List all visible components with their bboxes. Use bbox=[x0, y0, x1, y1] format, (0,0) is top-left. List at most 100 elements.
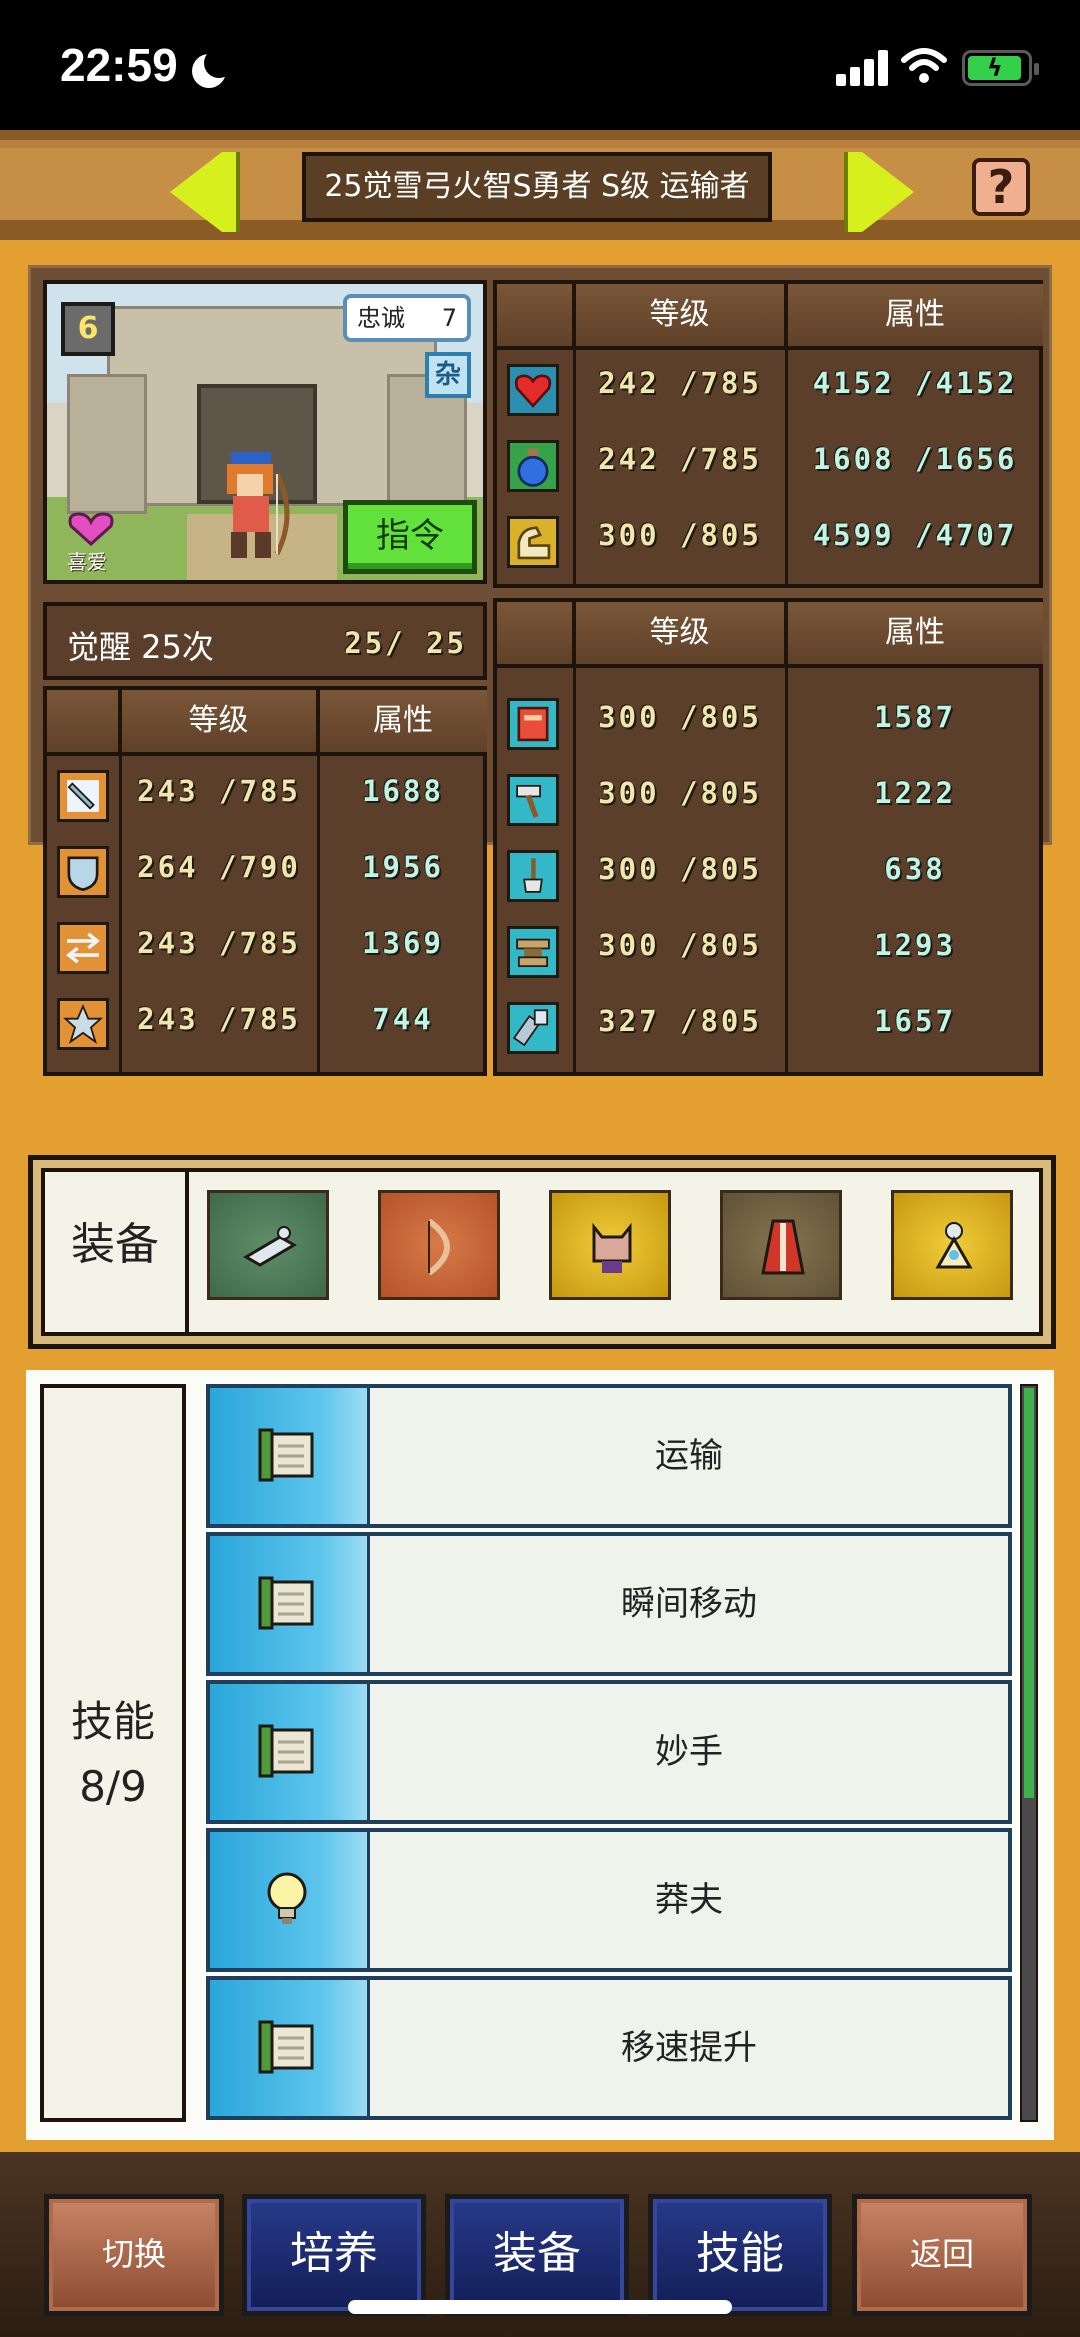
hose-icon bbox=[507, 1002, 559, 1054]
sword-icon bbox=[57, 770, 109, 822]
red-robe-icon bbox=[761, 1219, 805, 1275]
favorite-heart-icon bbox=[68, 512, 114, 546]
home-indicator[interactable] bbox=[348, 2300, 732, 2314]
combat-level-1: 243 /785 bbox=[137, 774, 301, 808]
wifi-icon bbox=[901, 48, 947, 83]
skills-count: 8/9 bbox=[79, 1762, 147, 1811]
scroll-icon bbox=[258, 1576, 314, 1630]
work-level-2: 300 /805 bbox=[598, 776, 762, 810]
cat-hood-icon bbox=[592, 1222, 632, 1273]
equipment-label: 装备 bbox=[45, 1172, 189, 1332]
status-bar: 22:59 ϟ bbox=[0, 0, 1080, 130]
potion-icon bbox=[507, 440, 559, 492]
snow-bow-icon bbox=[243, 1226, 297, 1267]
equip-slot-weapon-accessory[interactable] bbox=[207, 1190, 329, 1300]
combat-level-header: 等级 bbox=[121, 690, 319, 756]
equip-slot-accessory[interactable] bbox=[891, 1190, 1013, 1300]
vitals-level-header: 等级 bbox=[575, 284, 787, 350]
favorite-label: 喜爱 bbox=[67, 550, 107, 574]
train-button[interactable]: 培养 bbox=[242, 2194, 426, 2316]
book-icon bbox=[507, 698, 559, 750]
skills-panel: 技能 8/9 运输 瞬间移动 妙手 莽夫 移速提升 bbox=[26, 1370, 1054, 2140]
vitals-attr-1: 4152 /4152 bbox=[812, 366, 1018, 400]
vitals-attr-3: 4599 /4707 bbox=[812, 518, 1018, 552]
hero-sprite bbox=[227, 452, 290, 558]
combat-stats-table: 等级 属性 243 /785 1688 264 /790 1956 243 /7… bbox=[43, 686, 487, 1076]
work-attr-header: 属性 bbox=[787, 602, 1043, 668]
equip-slot-armor[interactable] bbox=[720, 1190, 842, 1300]
misc-badge: 杂 bbox=[425, 352, 471, 398]
skill-item-2[interactable]: 瞬间移动 bbox=[206, 1532, 1012, 1676]
vitals-table: 等级 属性 242 /785 4152 /4152 242 /785 1608 … bbox=[493, 280, 1043, 588]
vitals-level-2: 242 /785 bbox=[598, 442, 762, 476]
stamina-icon bbox=[507, 516, 559, 568]
scroll-icon bbox=[258, 2020, 314, 2074]
switch-button[interactable]: 切换 bbox=[44, 2194, 224, 2316]
equip-button[interactable]: 装备 bbox=[445, 2194, 629, 2316]
skill-item-4[interactable]: 莽夫 bbox=[206, 1828, 1012, 1972]
vitals-attr-header: 属性 bbox=[787, 284, 1043, 350]
status-time: 22:59 bbox=[60, 39, 178, 91]
agility-arrows-icon bbox=[57, 922, 109, 974]
equip-slot-head[interactable] bbox=[549, 1190, 671, 1300]
hammer-icon bbox=[507, 774, 559, 826]
next-character-arrow-icon[interactable] bbox=[848, 152, 914, 232]
back-button[interactable]: 返回 bbox=[852, 2194, 1032, 2316]
skill-name: 瞬间移动 bbox=[370, 1536, 1008, 1672]
header-bar: 25觉雪弓火智S勇者 S级 运输者 ? bbox=[0, 130, 1080, 240]
skill-name: 运输 bbox=[370, 1388, 1008, 1524]
work-level-3: 300 /805 bbox=[598, 852, 762, 886]
skills-label: 技能 bbox=[70, 1697, 155, 1746]
loyalty-badge: 忠诚 7 bbox=[343, 294, 471, 342]
anvil-icon bbox=[507, 926, 559, 978]
awakening-count: 25/ 25 bbox=[344, 626, 467, 660]
scroll-icon bbox=[258, 1428, 314, 1482]
awakening-label: 觉醒 25次 bbox=[67, 628, 214, 666]
work-level-5: 327 /805 bbox=[598, 1004, 762, 1038]
skill-name: 移速提升 bbox=[370, 1980, 1008, 2116]
vitals-attr-2: 1608 /1656 bbox=[812, 442, 1018, 476]
work-attr-4: 1293 bbox=[874, 928, 956, 962]
combat-attr-4: 744 bbox=[372, 1002, 434, 1036]
lightbulb-icon bbox=[267, 1872, 307, 1924]
skill-name: 妙手 bbox=[370, 1684, 1008, 1820]
work-attr-1: 1587 bbox=[874, 700, 956, 734]
work-attr-5: 1657 bbox=[874, 1004, 956, 1038]
equipment-panel: 装备 bbox=[28, 1155, 1056, 1349]
work-stats-table: 等级 属性 300 /805 1587 300 /805 1222 300 /8… bbox=[493, 598, 1043, 1076]
combat-attr-header: 属性 bbox=[319, 690, 487, 756]
combat-attr-2: 1956 bbox=[362, 850, 444, 884]
skill-item-5[interactable]: 移速提升 bbox=[206, 1976, 1012, 2120]
game-screen: 25觉雪弓火智S勇者 S级 运输者 ? 6 忠诚 7 杂 喜爱 指令 等级 属性… bbox=[0, 130, 1080, 2337]
character-title: 25觉雪弓火智S勇者 S级 运输者 bbox=[302, 152, 772, 222]
character-portrait: 6 忠诚 7 杂 喜爱 指令 bbox=[43, 280, 487, 584]
loyalty-label: 忠诚 bbox=[357, 304, 405, 332]
equip-slot-weapon[interactable] bbox=[378, 1190, 500, 1300]
signal-icon bbox=[836, 50, 888, 86]
skill-item-3[interactable]: 妙手 bbox=[206, 1680, 1012, 1824]
skill-item-1[interactable]: 运输 bbox=[206, 1384, 1012, 1528]
help-button[interactable]: ? bbox=[972, 158, 1030, 216]
skills-button[interactable]: 技能 bbox=[648, 2194, 832, 2316]
skills-label-box: 技能 8/9 bbox=[40, 1384, 186, 2122]
rank-badge-icon: 6 bbox=[61, 302, 115, 356]
shield-icon bbox=[57, 846, 109, 898]
combat-attr-1: 1688 bbox=[362, 774, 444, 808]
previous-character-arrow-icon[interactable] bbox=[170, 152, 236, 232]
scroll-icon bbox=[258, 1724, 314, 1778]
combat-level-4: 243 /785 bbox=[137, 1002, 301, 1036]
shovel-icon bbox=[507, 850, 559, 902]
moon-icon bbox=[192, 48, 234, 88]
vitals-level-1: 242 /785 bbox=[598, 366, 762, 400]
work-attr-3: 638 bbox=[884, 852, 946, 886]
awakening-box: 觉醒 25次 25/ 25 bbox=[43, 602, 487, 680]
work-level-4: 300 /805 bbox=[598, 928, 762, 962]
skills-scrollbar[interactable] bbox=[1020, 1384, 1038, 2122]
command-button[interactable]: 指令 bbox=[343, 500, 477, 574]
skills-scrollbar-thumb[interactable] bbox=[1024, 1388, 1034, 1798]
work-level-1: 300 /805 bbox=[598, 700, 762, 734]
star-icon bbox=[57, 998, 109, 1050]
work-level-header: 等级 bbox=[575, 602, 787, 668]
vitals-level-3: 300 /805 bbox=[598, 518, 762, 552]
combat-attr-3: 1369 bbox=[362, 926, 444, 960]
